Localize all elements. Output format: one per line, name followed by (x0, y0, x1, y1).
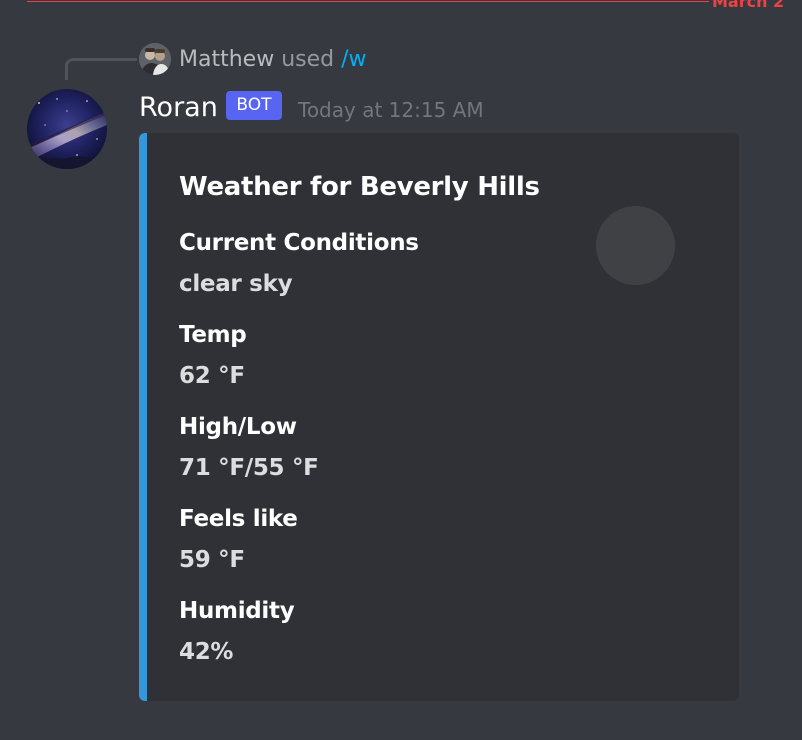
field-name: Humidity (179, 598, 295, 624)
date-divider-label: March 2 (712, 0, 785, 11)
embed-field-temp: Temp 62 °F (179, 317, 247, 394)
bot-badge: BOT (226, 91, 282, 120)
weather-embed: Weather for Beverly Hills Current Condit… (139, 133, 739, 701)
command-used-text: used (281, 47, 335, 72)
embed-title: Weather for Beverly Hills (179, 172, 540, 202)
author-name[interactable]: Roran (139, 89, 218, 127)
embed-field-feels-like: Feels like 59 °F (179, 501, 298, 578)
message-timestamp[interactable]: Today at 12:15 AM (298, 95, 484, 125)
galaxy-avatar-icon[interactable] (27, 89, 107, 169)
field-value: 59 °F (179, 547, 245, 573)
command-reference: Matthew used /w (179, 44, 367, 76)
embed-field-humidity: Humidity 42% (179, 593, 295, 670)
weather-thumbnail-placeholder[interactable] (596, 206, 675, 285)
field-value: 71 °F/55 °F (179, 455, 319, 481)
date-divider-line (27, 1, 709, 2)
embed-field-current-conditions: Current Conditions clear sky (179, 225, 419, 302)
field-name: Current Conditions (179, 230, 419, 256)
field-name: Feels like (179, 506, 298, 532)
chat-message-area: March 2 Matthew used /w Roran BOT Today … (0, 0, 802, 740)
field-value: 62 °F (179, 363, 245, 389)
command-name-link[interactable]: /w (341, 47, 366, 72)
field-name: High/Low (179, 414, 297, 440)
embed-field-high-low: High/Low 71 °F/55 °F (179, 409, 319, 486)
field-value: clear sky (179, 271, 293, 297)
field-value: 42% (179, 639, 234, 665)
field-name: Temp (179, 322, 247, 348)
reply-spine (65, 58, 137, 80)
user-avatar-icon[interactable] (139, 43, 171, 75)
command-user-name[interactable]: Matthew (179, 47, 274, 72)
